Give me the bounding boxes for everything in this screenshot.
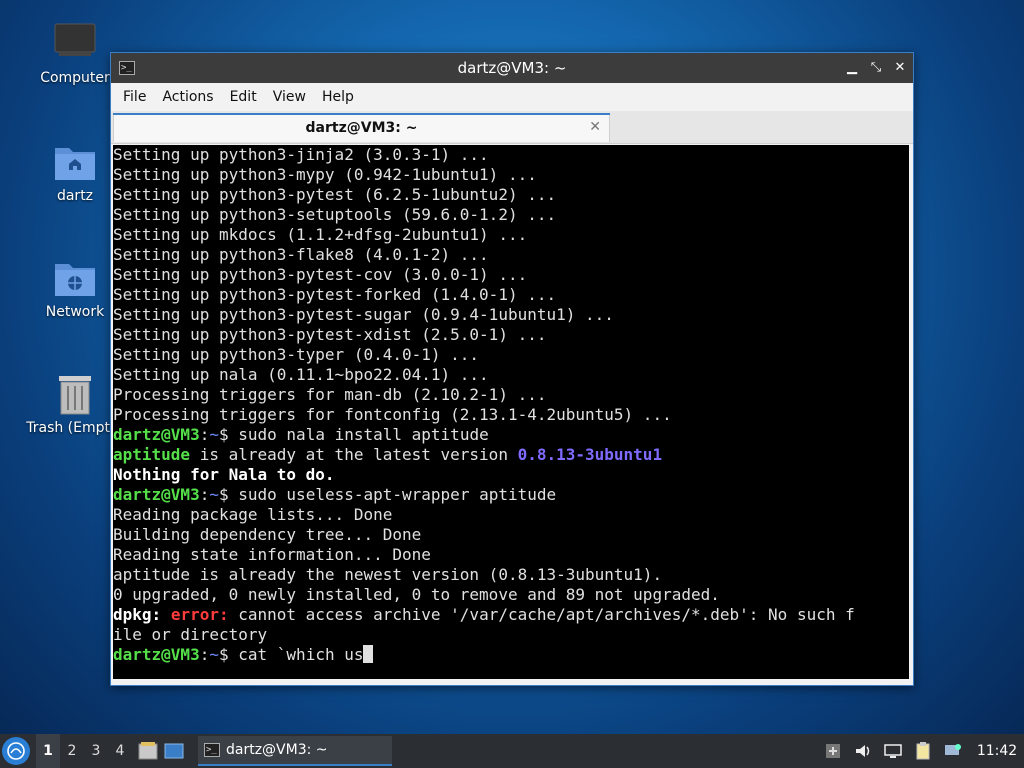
workspace-4[interactable]: 4 — [108, 743, 132, 759]
nala-package: aptitude — [113, 445, 191, 464]
window-title: dartz@VM3: ~ — [457, 59, 567, 77]
terminal-task-icon: >_ — [204, 743, 220, 757]
nala-version: 0.8.13-3ubuntu1 — [517, 445, 663, 464]
prompt-symbol: $ — [218, 425, 229, 444]
prompt-user: dartz@VM3 — [113, 645, 200, 664]
minimize-button[interactable]: ▁ — [845, 61, 859, 75]
title-bar[interactable]: >_ dartz@VM3: ~ ▁ ⤡ ✕ — [111, 53, 913, 83]
tab-bar: dartz@VM3: ~ ✕ — [111, 111, 913, 144]
app-menu-button[interactable] — [2, 737, 30, 765]
prompt-dir: ~ — [209, 645, 219, 664]
terminal-line: Setting up python3-typer (0.4.0-1) ... — [113, 345, 480, 364]
terminal-line: Setting up mkdocs (1.1.2+dfsg-2ubuntu1) … — [113, 225, 528, 244]
terminal-line: Nothing for Nala to do. — [113, 465, 335, 484]
terminal-line: Setting up python3-pytest-xdist (2.5.0-1… — [113, 325, 547, 344]
terminal-output[interactable]: Setting up python3-jinja2 (3.0.3-1) ... … — [113, 145, 909, 679]
prompt-user: dartz@VM3 — [113, 485, 200, 504]
display-settings-icon[interactable] — [944, 742, 962, 760]
terminal-line: Setting up python3-jinja2 (3.0.3-1) ... — [113, 145, 489, 164]
terminal-line: Setting up python3-pytest-forked (1.4.0-… — [113, 285, 557, 304]
network-folder-icon — [51, 256, 99, 300]
prompt-dir: ~ — [209, 425, 219, 444]
prompt-line: dartz@VM3:~$ cat `which us — [113, 645, 909, 665]
terminal-line: Setting up python3-pytest-cov (3.0.0-1) … — [113, 265, 528, 284]
menu-actions[interactable]: Actions — [154, 89, 221, 105]
command-input[interactable]: cat `which us — [229, 645, 363, 664]
lubuntu-logo-icon — [7, 742, 25, 760]
prompt-sep: : — [199, 645, 210, 664]
taskbar: 1 2 3 4 >_ dartz@VM3: ~ 11:42 — [0, 734, 1024, 768]
clipboard-icon[interactable] — [914, 742, 932, 760]
tab-label: dartz@VM3: ~ — [305, 120, 418, 136]
prompt-sep: : — [199, 425, 210, 444]
trash-icon — [51, 372, 99, 416]
error-label: error: — [170, 605, 229, 624]
terminal-line: ile or directory — [113, 625, 268, 644]
taskbar-task-terminal[interactable]: >_ dartz@VM3: ~ — [198, 736, 392, 766]
text-cursor — [363, 645, 374, 663]
close-button[interactable]: ✕ — [893, 61, 907, 75]
task-label: dartz@VM3: ~ — [226, 742, 328, 758]
command-text: sudo nala install aptitude — [228, 425, 489, 444]
prompt-line: dartz@VM3:~$ sudo useless-apt-wrapper ap… — [113, 485, 909, 505]
prompt-symbol: $ — [218, 645, 229, 664]
file-manager-launcher-icon[interactable] — [138, 742, 158, 760]
home-folder-icon — [51, 140, 99, 184]
terminal-line: dpkg: error: cannot access archive '/var… — [113, 605, 909, 625]
terminal-line: Setting up nala (0.11.1~bpo22.04.1) ... — [113, 365, 489, 384]
terminal-line: Setting up python3-pytest-sugar (0.9.4-1… — [113, 305, 614, 324]
prompt-user: dartz@VM3 — [113, 425, 200, 444]
terminal-app-icon: >_ — [119, 61, 135, 75]
dpkg-label: dpkg: — [113, 605, 162, 624]
prompt-dir: ~ — [209, 485, 219, 504]
system-tray: 11:42 — [824, 734, 1024, 768]
terminal-line: 0 upgraded, 0 newly installed, 0 to remo… — [113, 585, 720, 604]
terminal-line: Setting up python3-pytest (6.2.5-1ubuntu… — [113, 185, 557, 204]
terminal-line: Reading package lists... Done — [113, 505, 393, 524]
tab-active-indicator — [113, 113, 610, 115]
terminal-line: Setting up python3-flake8 (4.0.1-2) ... — [113, 245, 489, 264]
nala-message: is already at the latest version — [190, 445, 518, 464]
package-updates-icon[interactable] — [824, 742, 842, 760]
computer-icon — [51, 22, 99, 66]
terminal-line: Setting up python3-setuptools (59.6.0-1.… — [113, 205, 557, 224]
prompt-line: dartz@VM3:~$ sudo nala install aptitude — [113, 425, 909, 445]
error-message: cannot access archive '/var/cache/apt/ar… — [228, 605, 855, 624]
menu-view[interactable]: View — [265, 89, 314, 105]
terminal-line: Building dependency tree... Done — [113, 525, 422, 544]
menu-bar: File Actions Edit View Help — [111, 83, 913, 111]
terminal-line: Processing triggers for fontconfig (2.13… — [113, 405, 672, 424]
command-text: sudo useless-apt-wrapper aptitude — [228, 485, 557, 504]
terminal-window: >_ dartz@VM3: ~ ▁ ⤡ ✕ File Actions Edit … — [110, 52, 914, 686]
network-status-icon[interactable] — [884, 742, 902, 760]
terminal-line: aptitude is already the newest version (… — [113, 565, 663, 584]
show-desktop-icon[interactable] — [164, 742, 184, 760]
terminal-line: Processing triggers for man-db (2.10.2-1… — [113, 385, 547, 404]
menu-help[interactable]: Help — [314, 89, 362, 105]
tab-terminal[interactable]: dartz@VM3: ~ ✕ — [113, 113, 610, 142]
workspace-1[interactable]: 1 — [36, 734, 60, 768]
prompt-sep: : — [199, 485, 210, 504]
terminal-line: Reading state information... Done — [113, 545, 431, 564]
menu-file[interactable]: File — [115, 89, 154, 105]
tab-close-icon[interactable]: ✕ — [589, 119, 601, 135]
workspace-3[interactable]: 3 — [84, 743, 108, 759]
prompt-symbol: $ — [218, 485, 229, 504]
workspace-2[interactable]: 2 — [60, 743, 84, 759]
maximize-button[interactable]: ⤡ — [869, 61, 883, 75]
volume-icon[interactable] — [854, 742, 872, 760]
clock[interactable]: 11:42 — [974, 743, 1020, 759]
menu-edit[interactable]: Edit — [222, 89, 265, 105]
terminal-line: aptitude is already at the latest versio… — [113, 445, 909, 465]
terminal-line: Setting up python3-mypy (0.942-1ubuntu1)… — [113, 165, 537, 184]
